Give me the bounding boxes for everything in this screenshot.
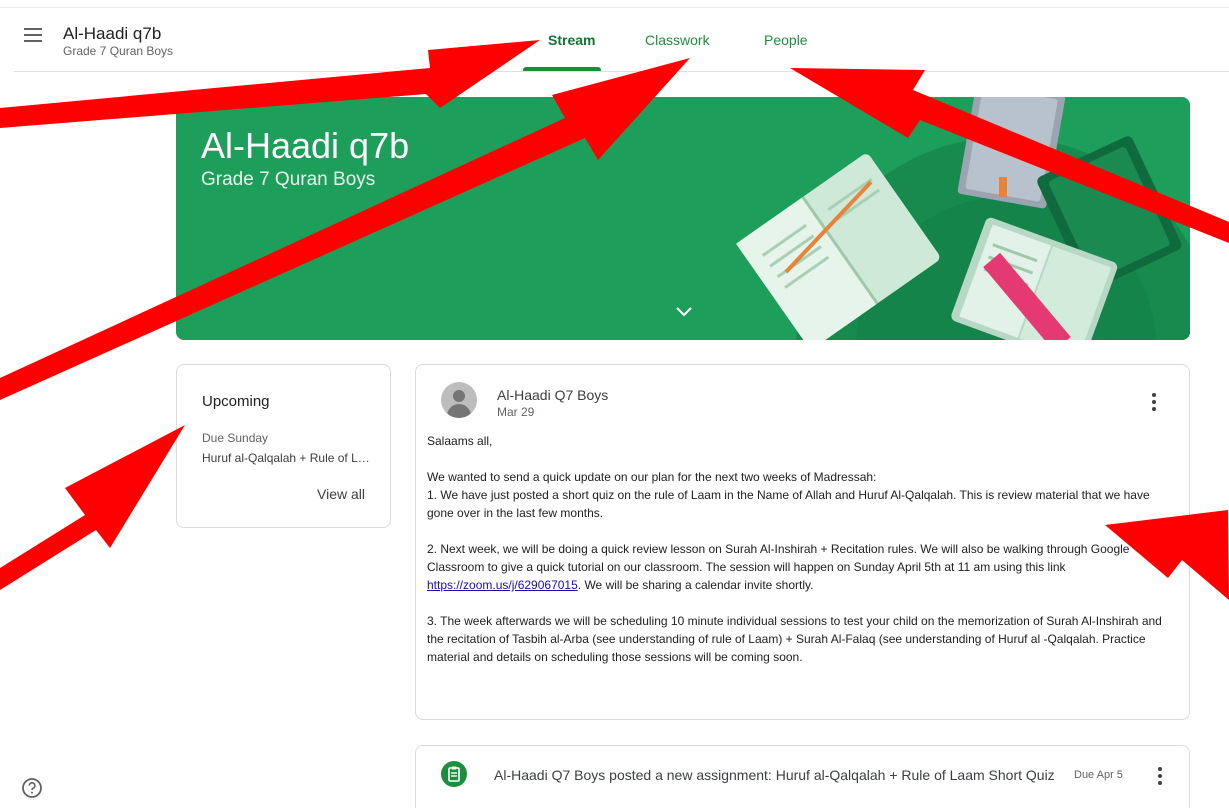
post-text: . We will be sharing a calendar invite s…	[577, 578, 814, 592]
upcoming-title: Upcoming	[202, 393, 270, 410]
more-options-icon[interactable]	[1151, 393, 1157, 413]
assignment-due: Due Apr 5	[1074, 769, 1123, 781]
banner-title: Al-Haadi q7b	[201, 125, 410, 166]
post-author: Al-Haadi Q7 Boys	[497, 387, 609, 403]
post-text: 2. Next week, we will be doing a quick r…	[427, 542, 1130, 574]
top-divider	[0, 7, 1229, 8]
hamburger-menu-icon[interactable]	[24, 28, 44, 46]
zoom-link[interactable]: https://zoom.us/j/629067015	[427, 578, 578, 592]
post-paragraph: 3. The week afterwards we will be schedu…	[427, 614, 1162, 664]
announcement-post: Al-Haadi Q7 Boys Mar 29 Salaams all, We …	[415, 364, 1190, 720]
assignment-title[interactable]: Al-Haadi Q7 Boys posted a new assignment…	[494, 767, 1082, 783]
more-options-icon[interactable]	[1157, 767, 1163, 787]
assignment-icon	[441, 761, 467, 787]
tab-people[interactable]: People	[764, 32, 808, 48]
post-paragraph: 1. We have just posted a short quiz on t…	[427, 488, 1150, 520]
tab-classwork[interactable]: Classwork	[645, 32, 710, 48]
banner-subtitle: Grade 7 Quran Boys	[201, 169, 376, 190]
tab-stream[interactable]: Stream	[548, 32, 595, 48]
avatar	[441, 382, 477, 418]
assignment-post[interactable]: Al-Haadi Q7 Boys posted a new assignment…	[415, 745, 1190, 808]
upcoming-assignment-link[interactable]: Huruf al-Qalqalah + Rule of Laam Short Q…	[202, 451, 372, 465]
post-greeting: Salaams all,	[427, 434, 493, 448]
top-app-bar: Al-Haadi q7b Grade 7 Quran Boys Stream C…	[0, 0, 1229, 72]
post-paragraph: We wanted to send a quick update on our …	[427, 470, 877, 484]
class-banner: Al-Haadi q7b Grade 7 Quran Boys	[176, 97, 1190, 340]
help-icon[interactable]	[21, 777, 43, 799]
post-paragraph: 2. Next week, we will be doing a quick r…	[427, 540, 1179, 594]
upcoming-due-label: Due Sunday	[202, 431, 269, 445]
chevron-down-icon[interactable]	[674, 305, 694, 319]
upcoming-card: Upcoming Due Sunday Huruf al-Qalqalah + …	[176, 364, 391, 528]
books-illustration	[736, 97, 1190, 340]
class-subtitle: Grade 7 Quran Boys	[63, 44, 174, 58]
annotation-arrow	[0, 425, 185, 590]
header-divider	[14, 71, 1229, 72]
post-date: Mar 29	[497, 405, 535, 419]
view-all-button[interactable]: View all	[317, 486, 365, 502]
post-body: Salaams all, We wanted to send a quick u…	[427, 432, 1179, 666]
class-title[interactable]: Al-Haadi q7b	[63, 24, 161, 44]
